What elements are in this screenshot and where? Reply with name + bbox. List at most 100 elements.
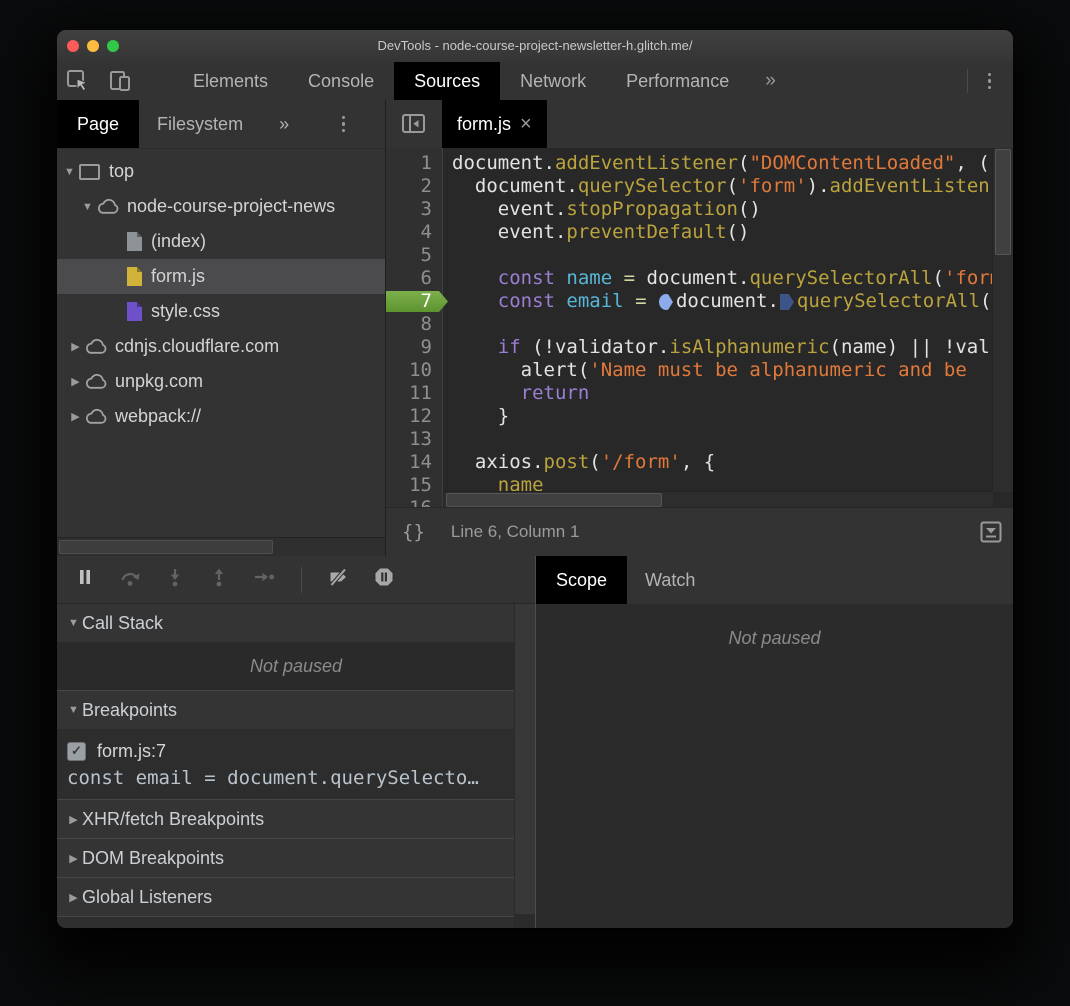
tree-item-label: form.js — [151, 266, 205, 287]
xhr-fetch-breakpoints-section-header[interactable]: ▶ XHR/fetch Breakpoints — [57, 799, 535, 838]
close-window-button[interactable] — [67, 40, 79, 52]
code-line[interactable]: if (!validator.isAlphanumeric(name) || !… — [452, 336, 1013, 359]
tree-item-style-css[interactable]: style.css — [57, 294, 385, 329]
pretty-print-button[interactable]: {} — [402, 521, 425, 543]
gutter-line-number[interactable]: 5 — [386, 244, 442, 267]
minimize-window-button[interactable] — [87, 40, 99, 52]
tree-item-webpack[interactable]: ▶webpack:// — [57, 399, 385, 434]
toggle-device-toolbar-button[interactable] — [99, 62, 141, 100]
tree-item-form-js[interactable]: form.js — [57, 259, 385, 294]
step-out-icon — [209, 567, 229, 587]
more-panels-button[interactable]: » — [749, 62, 792, 100]
dom-breakpoints-section-header[interactable]: ▶ DOM Breakpoints — [57, 838, 535, 877]
tab-filesystem[interactable]: Filesystem — [139, 100, 261, 148]
source-options-icon — [979, 520, 1003, 544]
code-line[interactable]: axios.post('/form', { — [452, 451, 1013, 474]
gutter-line-number[interactable]: 13 — [386, 428, 442, 451]
tab-performance[interactable]: Performance — [606, 62, 749, 100]
breakpoint-arrow-marker[interactable] — [386, 291, 448, 312]
deactivate-breakpoints-button[interactable] — [328, 567, 350, 592]
code-line[interactable]: document.addEventListener("DOMContentLoa… — [452, 152, 1013, 175]
breakpoint-checkbox[interactable] — [67, 742, 86, 761]
code-line[interactable]: const name = document.querySelectorAll('… — [452, 267, 1013, 290]
triangle-expanded-icon[interactable]: ▼ — [79, 201, 96, 213]
code-line[interactable] — [452, 313, 1013, 336]
editor-tab-form-js[interactable]: form.js × — [442, 100, 547, 148]
window-titlebar[interactable]: DevTools - node-course-project-newslette… — [57, 30, 1013, 63]
tab-scope[interactable]: Scope — [536, 556, 627, 604]
pause-on-exceptions-button[interactable] — [374, 567, 394, 592]
tab-page[interactable]: Page — [57, 100, 139, 148]
tree-item-node-course-project-news[interactable]: ▼node-course-project-news — [57, 189, 385, 224]
gutter-line-number[interactable]: 2 — [386, 175, 442, 198]
code-line[interactable] — [452, 244, 1013, 267]
inline-breakpoint-marker[interactable] — [659, 294, 673, 310]
code-line[interactable]: } — [452, 405, 1013, 428]
global-listeners-section-header[interactable]: ▶ Global Listeners — [57, 877, 535, 916]
sidebar-scrollbar-thumb[interactable] — [59, 540, 273, 554]
editor-vertical-scrollbar[interactable] — [992, 148, 1013, 492]
editor-horizontal-scrollbar[interactable] — [444, 491, 993, 508]
step-over-button[interactable] — [119, 567, 141, 592]
gutter-line-number[interactable]: 6 — [386, 267, 442, 290]
gutter-line-number[interactable]: 7 — [386, 290, 442, 313]
code-content[interactable]: document.addEventListener("DOMContentLoa… — [444, 148, 1013, 508]
line-number-gutter[interactable]: 12345678910111213141516 — [386, 148, 443, 508]
gutter-line-number[interactable]: 9 — [386, 336, 442, 359]
pause-script-button[interactable] — [75, 567, 95, 592]
editor-hscrollbar-thumb[interactable] — [446, 493, 662, 507]
breakpoints-section-header[interactable]: ▼ Breakpoints — [57, 690, 535, 729]
debugger-sidebar-scrollbar[interactable] — [514, 604, 535, 928]
sidebar-horizontal-scrollbar[interactable] — [57, 537, 385, 556]
gutter-line-number[interactable]: 4 — [386, 221, 442, 244]
gutter-line-number[interactable]: 3 — [386, 198, 442, 221]
gutter-line-number[interactable]: 14 — [386, 451, 442, 474]
triangle-collapsed-icon[interactable]: ▶ — [67, 340, 84, 353]
close-tab-icon[interactable]: × — [520, 114, 532, 134]
call-stack-section-header[interactable]: ▼ Call Stack — [57, 604, 535, 642]
toggle-navigator-button[interactable] — [386, 100, 442, 148]
debugger-toolbar-divider — [301, 567, 302, 593]
triangle-expanded-icon[interactable]: ▼ — [61, 166, 78, 178]
tree-item-cdnjs-cloudflare-com[interactable]: ▶cdnjs.cloudflare.com — [57, 329, 385, 364]
code-line[interactable]: event.stopPropagation() — [452, 198, 1013, 221]
more-navigator-tabs-button[interactable]: » — [261, 100, 307, 148]
triangle-expanded-icon: ▼ — [65, 617, 82, 629]
gutter-line-number[interactable]: 1 — [386, 152, 442, 175]
file-tree: ▼top▼node-course-project-news(index) form… — [57, 148, 385, 538]
gutter-line-number[interactable]: 12 — [386, 405, 442, 428]
step-out-button[interactable] — [209, 567, 229, 592]
tree-item-unpkg-com[interactable]: ▶unpkg.com — [57, 364, 385, 399]
inline-breakpoint-marker[interactable] — [780, 294, 794, 310]
code-line[interactable]: alert('Name must be alphanumeric and be — [452, 359, 1013, 382]
tab-watch[interactable]: Watch — [627, 556, 713, 604]
breakpoint-entry[interactable]: form.js:7 const email = document.querySe… — [57, 729, 535, 799]
code-line[interactable]: const email = document.querySelectorAll(… — [452, 290, 1013, 313]
code-line[interactable]: document.querySelector('form').addEventL… — [452, 175, 1013, 198]
triangle-collapsed-icon[interactable]: ▶ — [67, 375, 84, 388]
navigator-menu-button[interactable] — [318, 100, 386, 148]
code-line[interactable]: return — [452, 382, 1013, 405]
zoom-window-button[interactable] — [107, 40, 119, 52]
tree-item-top[interactable]: ▼top — [57, 154, 385, 189]
tab-console[interactable]: Console — [288, 62, 394, 100]
inspect-element-button[interactable] — [57, 62, 99, 100]
editor-vscrollbar-thumb[interactable] — [995, 149, 1011, 255]
tab-elements[interactable]: Elements — [173, 62, 288, 100]
code-token — [555, 267, 566, 289]
gutter-line-number[interactable]: 8 — [386, 313, 442, 336]
gutter-line-number[interactable]: 15 — [386, 474, 442, 497]
code-line[interactable]: event.preventDefault() — [452, 221, 1013, 244]
tree-item-index[interactable]: (index) — [57, 224, 385, 259]
step-button[interactable] — [253, 567, 275, 592]
code-token: ( — [738, 152, 749, 174]
tab-sources[interactable]: Sources — [394, 62, 500, 100]
source-options-button[interactable] — [979, 520, 1003, 544]
gutter-line-number[interactable]: 10 — [386, 359, 442, 382]
tab-network[interactable]: Network — [500, 62, 606, 100]
triangle-collapsed-icon[interactable]: ▶ — [67, 410, 84, 423]
devtools-menu-button[interactable] — [982, 67, 998, 96]
step-into-button[interactable] — [165, 567, 185, 592]
gutter-line-number[interactable]: 11 — [386, 382, 442, 405]
code-line[interactable] — [452, 428, 1013, 451]
